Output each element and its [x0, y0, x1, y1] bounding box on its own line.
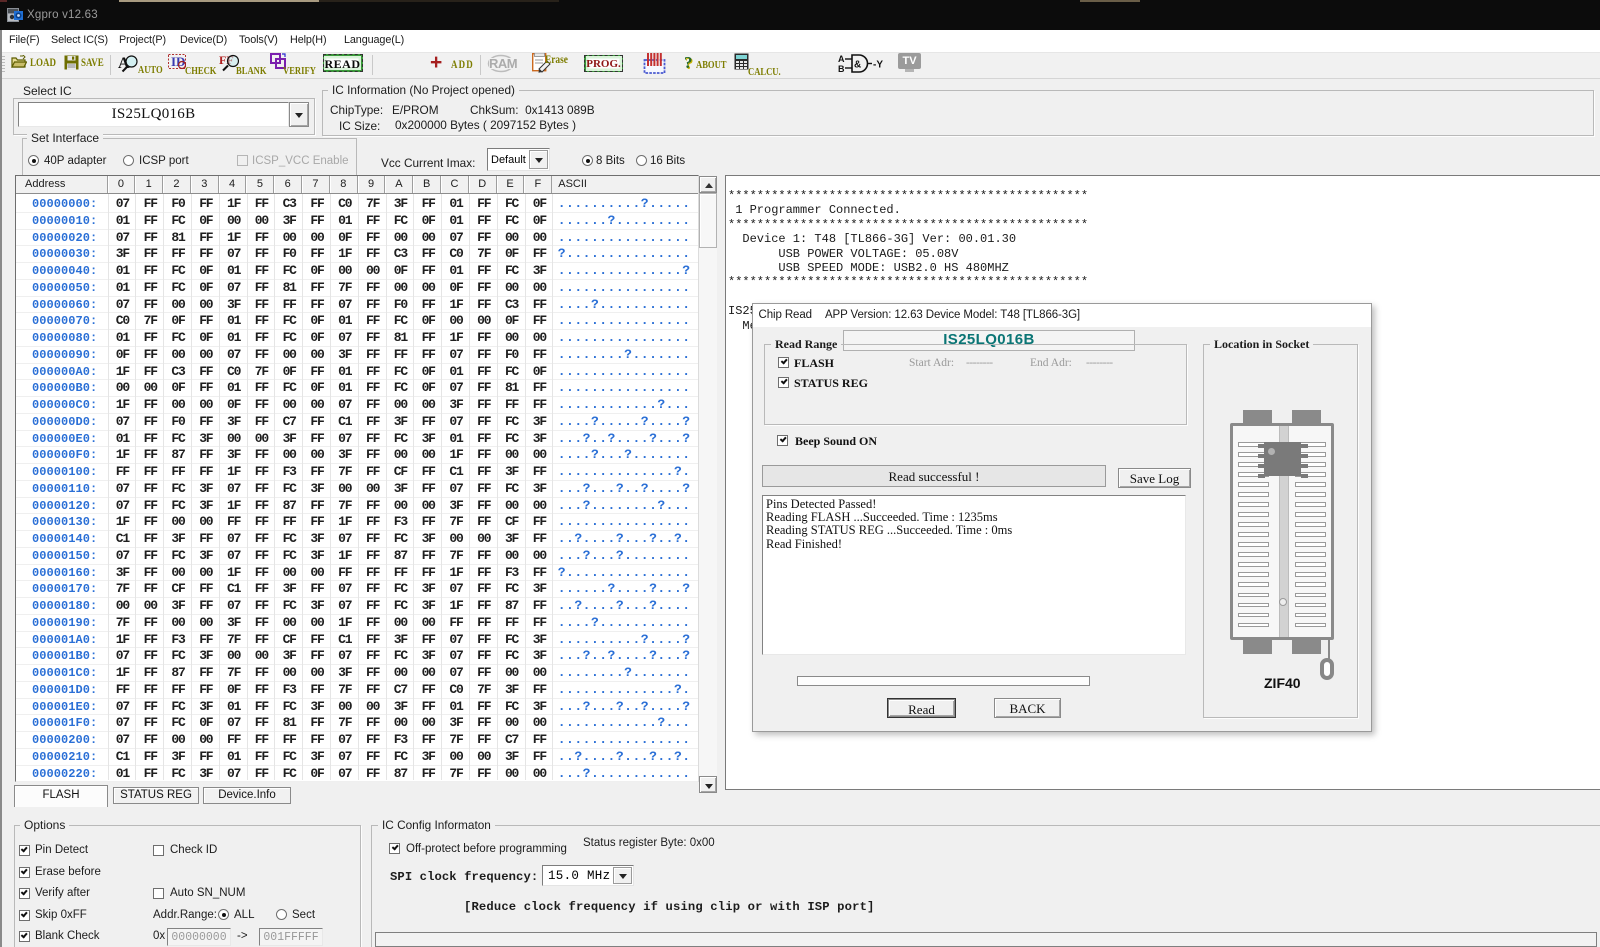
svg-text:&: &	[854, 60, 861, 71]
svg-text:RAM: RAM	[489, 56, 517, 71]
svg-text:-Y: -Y	[873, 60, 883, 71]
svg-text:A: A	[838, 54, 845, 64]
svg-text:B: B	[838, 64, 845, 73]
